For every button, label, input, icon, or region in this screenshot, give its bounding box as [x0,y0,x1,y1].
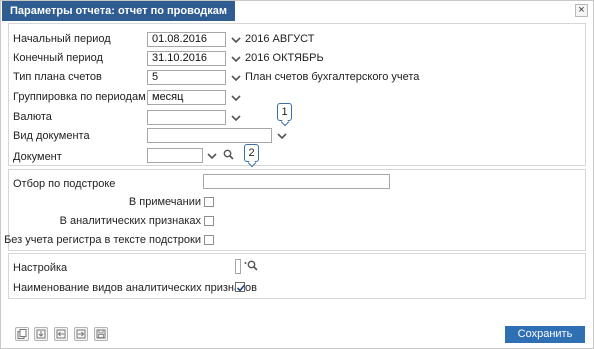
main-params-panel: Начальный период 01.08.2016 2016 АВГУСТ … [8,23,586,166]
start-period-note: 2016 АВГУСТ [245,33,315,45]
chevron-down-icon[interactable] [231,55,241,63]
ignore-case-checkbox[interactable] [204,235,214,245]
analytic-names-label: Наименование видов аналитических признак… [13,282,258,294]
in-analytics-label: В аналитических признаках [59,215,201,227]
callout-badge: 1 [277,103,292,121]
callout-badge: 2 [244,144,259,162]
document-label: Документ [13,151,62,163]
chevron-down-icon[interactable] [231,36,241,44]
filter-panel: Отбор по подстроке В примечании В аналит… [4,169,586,251]
ignore-case-label: Без учета регистра в тексте подстроки [4,234,201,246]
end-period-input[interactable]: 31.10.2016 [147,51,226,66]
document-input[interactable] [147,148,203,163]
in-notes-checkbox[interactable] [204,197,214,207]
setting-label: Настройка [13,262,68,274]
in-analytics-checkbox[interactable] [204,216,214,226]
chevron-down-icon[interactable] [207,152,217,160]
chevron-down-icon[interactable] [231,114,241,122]
title-bar: Параметры отчета: отчет по проводкам × [2,1,592,21]
end-period-label: Конечный период [13,52,103,64]
setting-input[interactable] [235,259,241,274]
save-disk-icon[interactable] [94,327,108,341]
substring-filter-label: Отбор по подстроке [13,178,116,190]
doc-type-label: Вид документа [13,130,90,142]
chevron-down-icon[interactable] [231,94,241,102]
save-button[interactable]: Сохранить [505,326,585,343]
plan-type-note: План счетов бухгалтерского учета [245,71,420,83]
doc-type-input[interactable] [147,128,272,143]
close-button[interactable]: × [575,4,588,17]
plan-type-input[interactable]: 5 [147,70,226,85]
report-params-dialog: Параметры отчета: отчет по проводкам × Н… [0,0,594,349]
settings-panel: Настройка Наименование видов аналитическ… [8,253,586,299]
plan-type-label: Тип плана счетов [13,71,102,83]
currency-label: Валюта [13,111,52,123]
end-period-note: 2016 ОКТЯБРЬ [245,52,324,64]
in-notes-label: В примечании [128,196,201,208]
chevron-down-icon[interactable] [231,74,241,82]
start-period-label: Начальный период [13,33,111,45]
dialog-title: Параметры отчета: отчет по проводкам [2,1,236,21]
substring-filter-input[interactable] [203,174,390,189]
search-icon[interactable] [223,149,234,163]
chevron-down-icon[interactable] [277,132,287,140]
grouping-input[interactable]: месяц [147,90,226,105]
import-icon[interactable] [34,327,48,341]
search-icon[interactable] [244,260,258,274]
analytic-names-checkbox[interactable] [235,282,246,292]
grouping-label: Группировка по периодам [13,91,146,103]
copy-icon[interactable] [15,327,29,341]
export-icon[interactable] [74,327,88,341]
load-icon[interactable] [54,327,68,341]
start-period-input[interactable]: 01.08.2016 [147,32,226,47]
currency-input[interactable] [147,110,226,125]
